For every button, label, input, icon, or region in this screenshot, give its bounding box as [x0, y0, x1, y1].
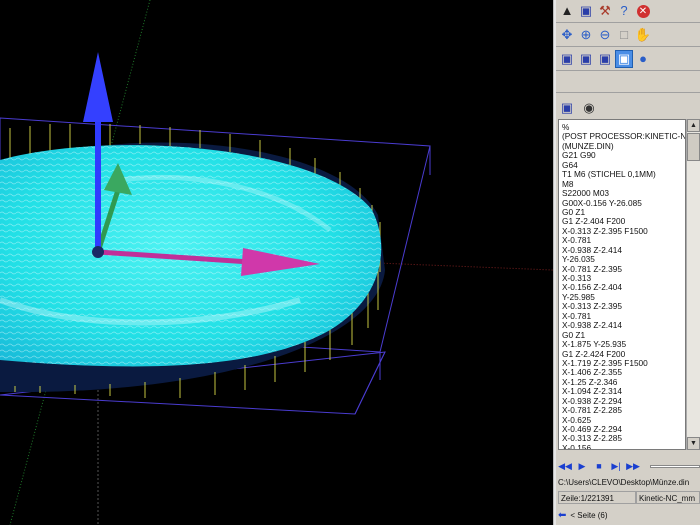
origin-marker	[92, 246, 104, 258]
gcode-line[interactable]: X-0.156	[562, 443, 685, 449]
find-binoculars-icon[interactable]: ◉	[580, 99, 598, 117]
code-toolbar: ▣ ◉	[558, 99, 598, 117]
file-path: C:\Users\CLEVO\Desktop\Münze.din	[558, 478, 690, 487]
hammer-icon[interactable]: ⚒	[596, 2, 614, 20]
cube-iso-icon[interactable]: ▣	[615, 50, 633, 68]
line-counter: Zeile:1/221391	[558, 491, 636, 504]
save-icon[interactable]: ▣	[577, 2, 595, 20]
gcode-scrollbar[interactable]: ▲ ▼	[686, 119, 700, 450]
scroll-thumb[interactable]	[687, 133, 700, 161]
gcode-line[interactable]: T1 M6 (STICHEL 0,1MM)	[562, 169, 685, 179]
fast-forward-icon[interactable]: ▶▶	[626, 459, 640, 473]
scroll-up-icon[interactable]: ▲	[687, 119, 700, 132]
sphere-icon[interactable]: ●	[634, 50, 652, 68]
side-panel: ▲ ▣ ⚒ ? ✕ ✥ ⊕ ⊖ □ ✋ ▣ ▣ ▣ ▣ ● ▣ ◉ % (POST…	[556, 0, 700, 525]
z-axis-head	[83, 52, 113, 122]
3d-viewport[interactable]	[0, 0, 553, 525]
toolbar-cubes: ▣ ▣ ▣ ▣ ●	[558, 48, 696, 70]
save-disk-icon[interactable]: ▣	[558, 99, 576, 117]
play-icon[interactable]: ▶	[575, 459, 589, 473]
scroll-down-icon[interactable]: ▼	[687, 437, 700, 450]
close-icon[interactable]: ✕	[634, 2, 652, 20]
gcode-listing[interactable]: %(POST PROCESSOR:KINETIC-NC_MM(MUNZE.DIN…	[558, 119, 686, 450]
playback-slider[interactable]	[650, 465, 700, 468]
page-nav: ⬅ < Seite (6)	[558, 508, 700, 523]
postprocessor-label: Kinetic-NC_mm	[636, 491, 700, 504]
toolbar-view: ✥ ⊕ ⊖ □ ✋	[558, 24, 696, 46]
pan-hand-icon[interactable]: ✋	[634, 26, 652, 44]
help-icon[interactable]: ?	[615, 2, 633, 20]
cube-front-icon[interactable]: ▣	[558, 50, 576, 68]
playback-bar: ◀◀ ▶ ■ ▶| ▶▶	[558, 458, 700, 474]
move-icon[interactable]: ✥	[558, 26, 576, 44]
status-row: Zeile:1/221391 Kinetic-NC_mm	[558, 491, 700, 504]
open-file-icon[interactable]: ▲	[558, 2, 576, 20]
zoom-out-icon[interactable]: ⊖	[596, 26, 614, 44]
gcode-lines: %(POST PROCESSOR:KINETIC-NC_MM(MUNZE.DIN…	[562, 123, 685, 449]
step-forward-icon[interactable]: ▶|	[609, 459, 623, 473]
cube-top-icon[interactable]: ▣	[596, 50, 614, 68]
toolbar-file: ▲ ▣ ⚒ ? ✕	[558, 0, 696, 22]
gcode-line[interactable]: G21 G90	[562, 150, 685, 160]
3d-scene	[0, 0, 553, 525]
page-label[interactable]: < Seite (6)	[570, 511, 607, 520]
stop-icon[interactable]: ■	[592, 459, 606, 473]
rewind-icon[interactable]: ◀◀	[558, 459, 572, 473]
zoom-box-icon[interactable]: □	[615, 26, 633, 44]
zoom-in-icon[interactable]: ⊕	[577, 26, 595, 44]
cube-side-icon[interactable]: ▣	[577, 50, 595, 68]
back-arrow-icon[interactable]: ⬅	[558, 510, 566, 521]
